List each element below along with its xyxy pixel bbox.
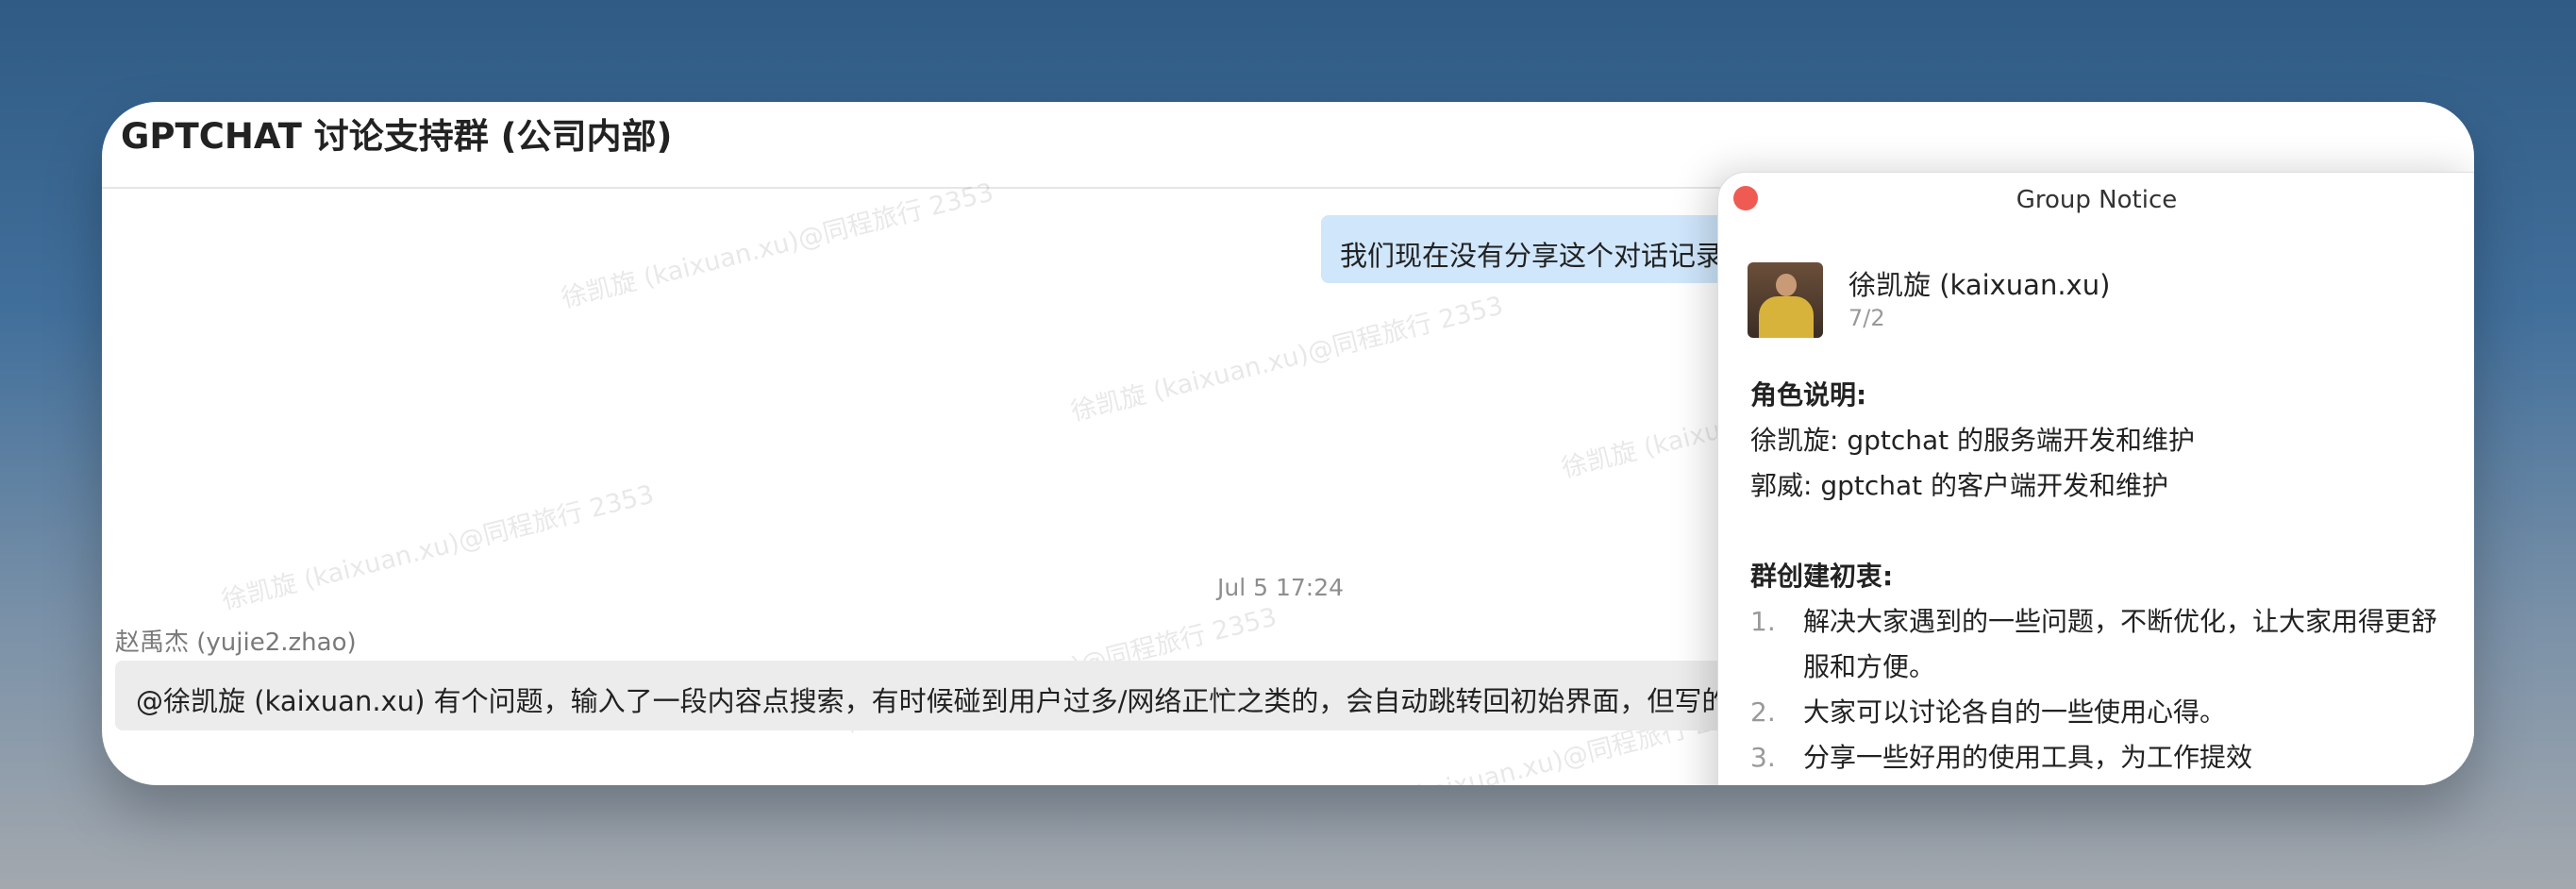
purpose-heading: 群创建初衷:	[1750, 561, 1894, 592]
watermark: 徐凯旋 (kaixuan.xu)@同程旅行 2353	[558, 177, 997, 314]
chat-window: GPTCHAT 讨论支持群 (公司内部) 徐凯旋 (kaixuan.xu)@同程…	[102, 102, 2474, 785]
group-notice-panel: Group Notice 徐凯旋 (kaixuan.xu) 7/2 角色说明: …	[1717, 172, 2474, 785]
poster-name[interactable]: 徐凯旋 (kaixuan.xu)	[1848, 263, 2110, 303]
watermark: 徐凯旋 (kaixuan.xu)@同程旅行 2353	[218, 479, 658, 616]
list-item: 3. 分享一些好用的使用工具，为工作提效	[1750, 735, 2449, 780]
list-text: 解决大家遇到的一些问题，不断优化，让大家用得更舒服和方便。	[1803, 606, 2438, 682]
list-text: 分享一些好用的使用工具，为工作提效	[1803, 742, 2253, 773]
avatar-body	[1759, 296, 1814, 338]
avatar[interactable]	[1748, 262, 1823, 338]
notice-content: 角色说明: 徐凯旋: gptchat 的服务端开发和维护 郭威: gptchat…	[1750, 373, 2449, 780]
incoming-message[interactable]: @徐凯旋 (kaixuan.xu) 有个问题，输入了一段内容点搜索，有时候碰到用…	[115, 661, 1908, 730]
avatar-head	[1776, 274, 1797, 296]
role-item: 郭威: gptchat 的客户端开发和维护	[1750, 470, 2169, 501]
list-item: 2. 大家可以讨论各自的一些使用心得。	[1750, 690, 2449, 735]
group-title: GPTCHAT 讨论支持群 (公司内部)	[121, 116, 673, 157]
list-number: 2.	[1750, 696, 1776, 728]
watermark: 徐凯旋 (kaixuan.xu)@同程旅行 2353	[1067, 291, 1507, 428]
roles-heading: 角色说明:	[1750, 379, 1867, 411]
list-number: 1.	[1750, 606, 1776, 637]
role-item: 徐凯旋: gptchat 的服务端开发和维护	[1750, 425, 2196, 456]
sender-name[interactable]: 赵禹杰 (yujie2.zhao)	[115, 623, 357, 658]
list-item: 1. 解决大家遇到的一些问题，不断优化，让大家用得更舒服和方便。	[1750, 599, 2449, 690]
message-timestamp: Jul 5 17:24	[1217, 574, 1345, 601]
poster-date: 7/2	[1848, 305, 1885, 331]
notice-title: Group Notice	[2016, 186, 2178, 214]
list-number: 3.	[1750, 742, 1776, 773]
list-text: 大家可以讨论各自的一些使用心得。	[1803, 696, 2227, 728]
